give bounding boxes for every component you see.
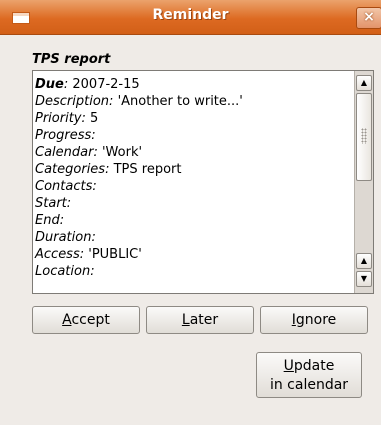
- detail-key: Description: [35, 94, 110, 109]
- close-icon[interactable]: ×: [356, 7, 381, 29]
- accept-button[interactable]: Accept: [32, 306, 140, 334]
- detail-line: Categories: TPS report: [35, 161, 353, 178]
- detail-key: Due: [35, 77, 64, 92]
- detail-separator: :: [81, 111, 91, 126]
- detail-key: Location: [35, 264, 91, 279]
- detail-line: Duration:: [35, 229, 353, 246]
- update-label-line2: in calendar: [269, 377, 349, 393]
- vertical-scrollbar[interactable]: ▲ ▲ ▼: [354, 71, 373, 293]
- window-title: Reminder: [152, 7, 229, 23]
- detail-separator: :: [93, 145, 102, 160]
- scrollbar-thumb[interactable]: [356, 93, 372, 181]
- detail-key: Priority: [35, 111, 82, 126]
- detail-line: Start:: [35, 195, 353, 212]
- later-button[interactable]: Later: [146, 306, 254, 334]
- update-in-calendar-button[interactable]: Update in calendar: [256, 352, 362, 398]
- detail-key: Start: [35, 196, 67, 211]
- detail-separator: :: [90, 264, 95, 279]
- detail-value: TPS report: [113, 162, 182, 177]
- detail-separator: :: [91, 230, 96, 245]
- update-mnemonic: U: [283, 358, 294, 374]
- reminder-details-textbox[interactable]: Due: 2007-2-15 Description: 'Another to w…: [32, 70, 374, 294]
- section-title: TPS report: [32, 52, 111, 67]
- title-bar[interactable]: Reminder ×: [0, 0, 381, 35]
- detail-key: Duration: [35, 230, 92, 245]
- detail-line: Contacts:: [35, 178, 353, 195]
- detail-value: 'Work': [101, 145, 143, 160]
- arrow-down-icon[interactable]: ▼: [356, 271, 372, 287]
- detail-separator: :: [91, 128, 96, 143]
- later-mnemonic: L: [181, 312, 190, 328]
- detail-key: End: [35, 213, 60, 228]
- detail-line: Description: 'Another to write...': [35, 93, 353, 110]
- accept-label: ccept: [71, 312, 110, 328]
- detail-line: Access: 'PUBLIC': [35, 246, 353, 263]
- detail-value: 'Another to write...': [117, 94, 243, 109]
- update-label: pdate: [293, 358, 335, 374]
- detail-key: Progress: [35, 128, 92, 143]
- detail-value: 'PUBLIC': [88, 247, 142, 262]
- detail-line: Location:: [35, 263, 353, 280]
- detail-separator: :: [92, 179, 97, 194]
- later-label: ater: [189, 312, 219, 328]
- detail-key: Categories: [35, 162, 106, 177]
- detail-separator: :: [66, 196, 72, 211]
- detail-key: Calendar: [35, 145, 94, 160]
- ignore-label: gnore: [295, 312, 337, 328]
- detail-line: Progress:: [35, 127, 353, 144]
- detail-value: 2007-2-15: [72, 77, 140, 92]
- grip-icon: [361, 128, 367, 144]
- detail-separator: :: [109, 94, 118, 109]
- update-label-line1: Update: [257, 357, 361, 376]
- ignore-button[interactable]: Ignore: [260, 306, 368, 334]
- details-list: Due: 2007-2-15 Description: 'Another to w…: [35, 76, 353, 280]
- detail-key: Access: [35, 247, 80, 262]
- detail-separator: :: [59, 213, 65, 228]
- detail-line: Calendar: 'Work': [35, 144, 353, 161]
- detail-key: Contacts: [35, 179, 93, 194]
- detail-line: Due: 2007-2-15: [35, 76, 353, 93]
- detail-separator: :: [79, 247, 89, 262]
- arrow-up-icon[interactable]: ▲: [356, 75, 372, 91]
- detail-value: 5: [90, 111, 99, 126]
- reminder-window: Reminder × TPS report Due: 2007-2-15 Desc…: [0, 0, 381, 425]
- arrow-up-icon[interactable]: ▲: [356, 253, 372, 269]
- detail-line: Priority: 5: [35, 110, 353, 127]
- detail-separator: :: [105, 162, 114, 177]
- detail-line: End:: [35, 212, 353, 229]
